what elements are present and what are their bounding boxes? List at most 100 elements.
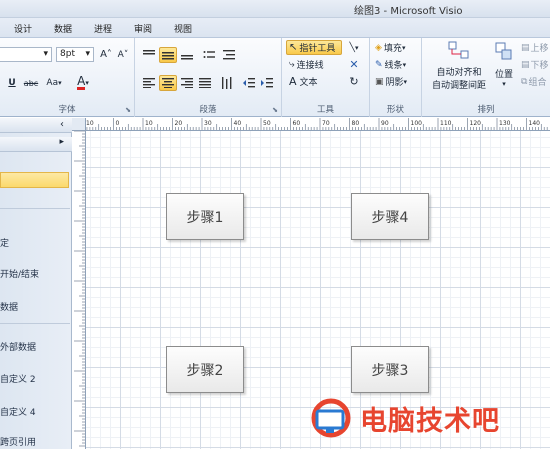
ruler-label: 100 xyxy=(411,120,423,127)
sidebar-selected-stencil[interactable] xyxy=(0,172,69,188)
font-color-button[interactable]: A ▾ xyxy=(70,74,96,92)
pointer-tool-button[interactable]: ↖ 指针工具 xyxy=(286,40,342,55)
font-group: ▾ 8pt ▾ A˄ A˅ U abc Aa ▾ A ▾ 字体 ⬊ xyxy=(0,38,135,117)
ruler-label: 10 xyxy=(86,120,94,127)
tab-design[interactable]: 设计 xyxy=(14,22,32,35)
monitor-logo-icon xyxy=(311,398,351,438)
ruler-corner xyxy=(72,118,86,131)
bring-forward-icon: ▤ xyxy=(521,42,530,53)
stencil-item[interactable]: 定 xyxy=(0,236,9,249)
change-case-label: Aa xyxy=(46,78,59,88)
tab-review[interactable]: 审阅 xyxy=(134,22,152,35)
font-name-select[interactable]: ▾ xyxy=(0,47,52,62)
indent-list-icon[interactable] xyxy=(221,47,237,63)
pointer-icon: ↖ xyxy=(289,42,298,53)
line-button[interactable]: ✎ 线条 ▾ xyxy=(374,57,420,72)
change-case-button[interactable]: Aa ▾ xyxy=(43,75,65,91)
position-button[interactable]: 位置 ▾ xyxy=(492,40,516,94)
stencil-item[interactable]: 自定义 2 xyxy=(0,372,36,385)
sidebar-divider xyxy=(0,208,70,209)
stencil-item[interactable]: 数据 xyxy=(0,300,18,313)
shrink-font-button[interactable]: A˅ xyxy=(115,47,131,62)
line-label: 线条 xyxy=(384,61,403,71)
tab-view[interactable]: 视图 xyxy=(174,22,192,35)
shadow-button[interactable]: ▣ 阴影 ▾ xyxy=(374,74,420,89)
ribbon-tabs: 设计 数据 进程 审阅 视图 xyxy=(0,18,550,38)
bring-forward-button[interactable]: ▤ 上移 xyxy=(520,40,550,55)
bullets-icon[interactable] xyxy=(201,47,217,63)
dialog-launcher-icon[interactable]: ⬊ xyxy=(125,106,131,114)
process-shape[interactable]: 步骤4 xyxy=(351,193,429,240)
ruler-label: 70 xyxy=(322,120,330,127)
auto-align-button[interactable]: 自动对齐和 自动调整间距 xyxy=(426,40,492,94)
grow-font-button[interactable]: A˄ xyxy=(98,47,114,62)
font-size-select[interactable]: 8pt ▾ xyxy=(56,47,94,62)
send-backward-label: 下移 xyxy=(530,61,549,71)
align-left-icon[interactable] xyxy=(141,75,157,91)
arrange-group-label: 排列 xyxy=(477,105,495,115)
process-shape[interactable]: 步骤1 xyxy=(166,193,244,240)
process-shape[interactable]: 步骤2 xyxy=(166,346,244,393)
ruler-label: 20 xyxy=(175,120,183,127)
title-bar: 绘图3 - Microsoft Visio xyxy=(0,0,550,18)
fill-button[interactable]: ◈ 填充 ▾ xyxy=(374,40,420,55)
increase-indent-icon[interactable] xyxy=(259,75,275,91)
paragraph-group: 段落 ⬊ xyxy=(135,38,282,117)
stencil-item[interactable]: 跨页引用 xyxy=(0,435,36,448)
justify-icon[interactable] xyxy=(197,75,213,91)
chevron-down-icon: ▾ xyxy=(402,60,407,69)
chevron-down-icon: ▾ xyxy=(401,43,406,52)
chevron-right-icon[interactable]: ▸ xyxy=(59,137,64,147)
chevron-down-icon: ▾ xyxy=(502,80,506,88)
line-tool-icon[interactable]: ╲ ▾ xyxy=(344,40,364,55)
group-icon: ⧉ xyxy=(521,76,528,87)
close-icon[interactable]: ✕ xyxy=(344,57,364,72)
position-icon xyxy=(495,42,512,60)
horizontal-ruler: 100102030405060708090100110120130140150 xyxy=(86,118,550,131)
align-middle-icon[interactable] xyxy=(159,47,177,63)
ruler-label: 130 xyxy=(499,120,511,127)
underline-button[interactable]: U xyxy=(6,75,18,91)
text-tool-button[interactable]: A 文本 xyxy=(286,74,342,89)
chevron-left-icon[interactable]: ‹ xyxy=(60,119,64,130)
process-shape[interactable]: 步骤3 xyxy=(351,346,429,393)
align-center-icon[interactable] xyxy=(159,75,177,91)
text-tool-label: 文本 xyxy=(299,78,318,88)
tools-group-label: 工具 xyxy=(316,105,334,115)
connector-label: 连接线 xyxy=(296,61,324,71)
position-label: 位置 xyxy=(494,70,513,80)
ruler-label: 110 xyxy=(440,120,452,127)
ribbon: ▾ 8pt ▾ A˄ A˅ U abc Aa ▾ A ▾ 字体 ⬊ 段落 ⬊ ↖… xyxy=(0,38,550,117)
ruler-label: 0 xyxy=(116,120,120,127)
rotate-icon[interactable]: ↻ xyxy=(344,74,364,89)
align-top-icon[interactable] xyxy=(141,47,157,63)
stencil-item[interactable]: 开始/结束 xyxy=(0,267,39,280)
group-button[interactable]: ⧉ 组合 xyxy=(520,74,550,89)
dialog-launcher-icon[interactable]: ⬊ xyxy=(272,106,278,114)
connector-icon: ⤷ xyxy=(289,59,295,70)
ruler-label: 40 xyxy=(234,120,242,127)
font-size-value: 8pt xyxy=(60,49,75,59)
connector-button[interactable]: ⤷ 连接线 xyxy=(286,57,342,72)
shape-group-label: 形状 xyxy=(386,105,404,115)
align-right-icon[interactable] xyxy=(179,75,195,91)
tab-process[interactable]: 进程 xyxy=(94,22,112,35)
shadow-icon: ▣ xyxy=(375,76,384,87)
tab-data[interactable]: 数据 xyxy=(54,22,72,35)
send-backward-button[interactable]: ▤ 下移 xyxy=(520,57,550,72)
window-title: 绘图3 - Microsoft Visio xyxy=(354,6,463,17)
bring-forward-label: 上移 xyxy=(530,44,549,54)
paint-bucket-icon: ◈ xyxy=(375,42,382,53)
decrease-indent-icon[interactable] xyxy=(241,75,257,91)
strikethrough-button[interactable]: abc xyxy=(22,75,40,91)
send-backward-icon: ▤ xyxy=(521,59,530,70)
text-direction-icon[interactable] xyxy=(219,75,235,91)
align-bottom-icon[interactable] xyxy=(179,47,195,63)
sidebar-divider xyxy=(0,323,70,324)
font-color-letter: A xyxy=(77,74,86,90)
stencil-item[interactable]: 自定义 4 xyxy=(0,405,36,418)
vertical-ruler-ticks xyxy=(74,131,85,447)
stencil-item[interactable]: 外部数据 xyxy=(0,340,36,353)
font-group-label: 字体 xyxy=(58,105,76,115)
vertical-ruler xyxy=(72,131,86,449)
